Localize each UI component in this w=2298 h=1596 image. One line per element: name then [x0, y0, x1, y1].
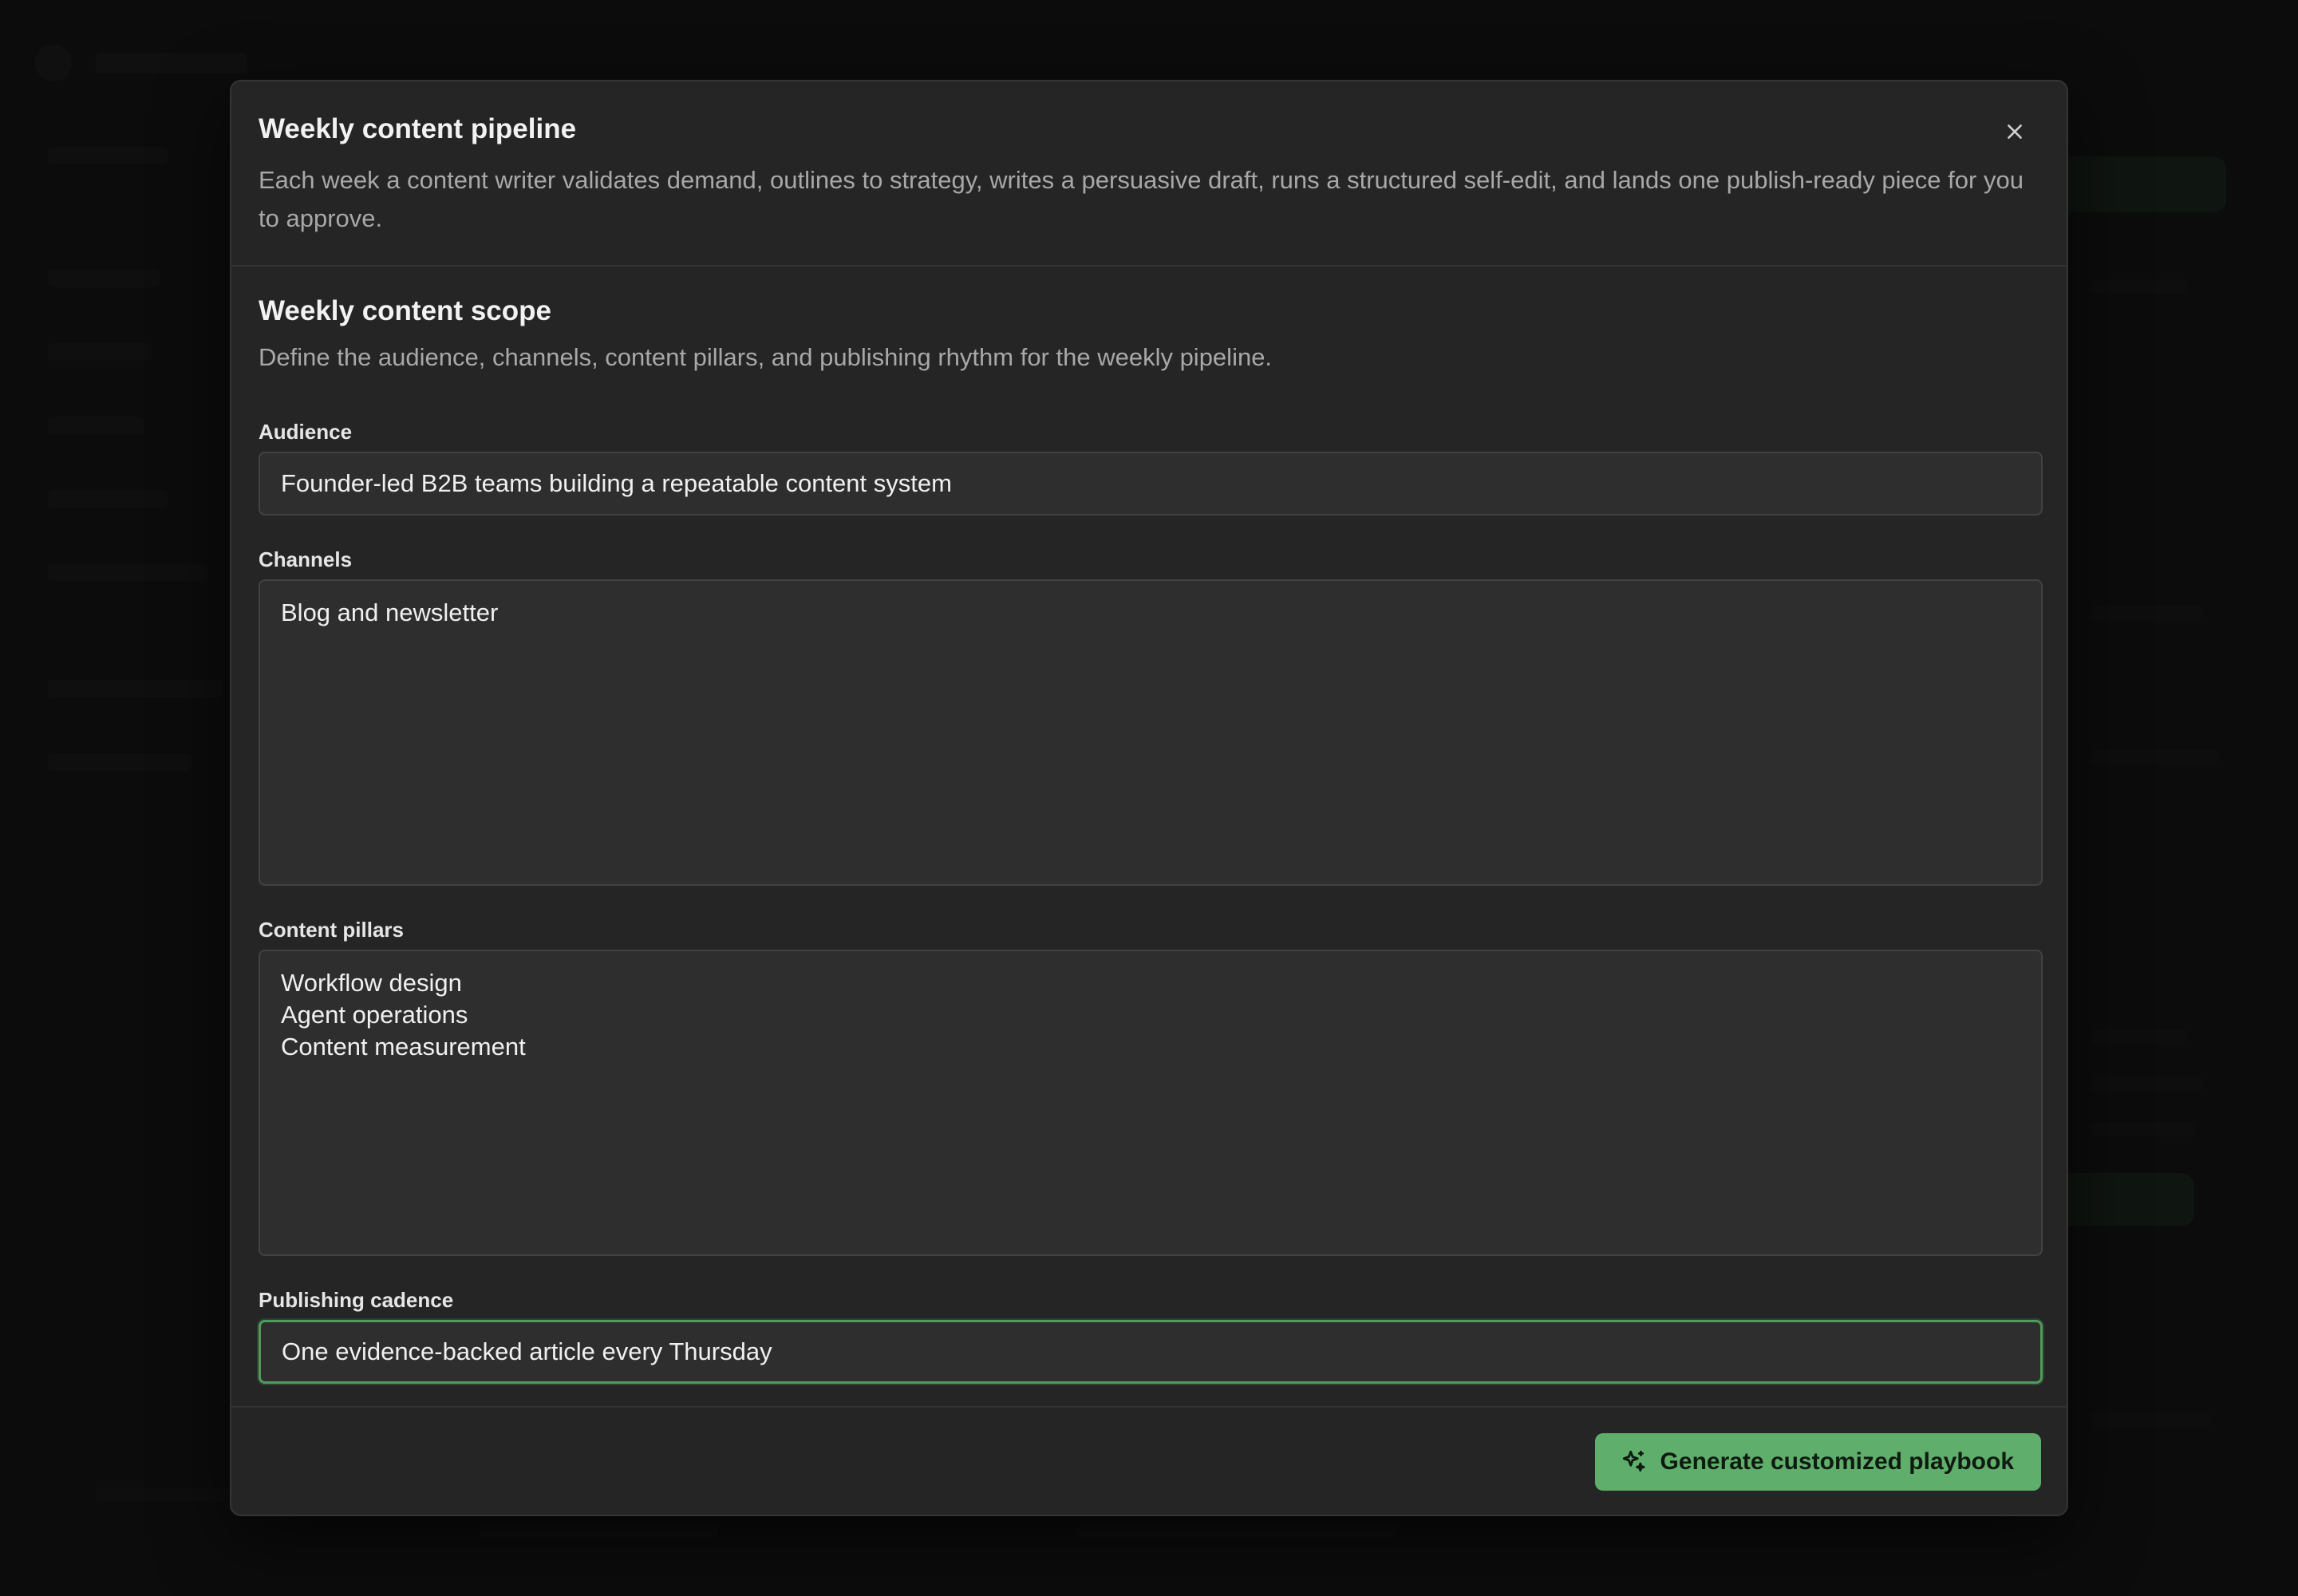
content-pillars-textarea[interactable]: Workflow design Agent operations Content…	[259, 950, 2043, 1256]
publishing-cadence-label: Publishing cadence	[259, 1288, 454, 1312]
close-button[interactable]	[1987, 104, 2043, 160]
modal-title: Weekly content pipeline	[259, 113, 577, 144]
audience-input[interactable]	[259, 452, 2043, 516]
modal-header: Weekly content pipeline Each week a cont…	[231, 81, 2067, 267]
generate-playbook-label: Generate customized playbook	[1660, 1448, 2014, 1475]
channels-textarea[interactable]: Blog and newsletter	[259, 579, 2043, 886]
close-icon	[2004, 121, 2025, 142]
generate-playbook-button[interactable]: Generate customized playbook	[1594, 1433, 2041, 1491]
sparkles-icon	[1621, 1448, 1648, 1476]
channels-label: Channels	[259, 547, 353, 571]
modal-description: Each week a content writer validates dem…	[259, 166, 2024, 232]
section-title: Weekly content scope	[259, 295, 551, 326]
modal-footer: Generate customized playbook	[231, 1406, 2067, 1515]
publishing-cadence-input[interactable]	[259, 1320, 2043, 1384]
audience-label: Audience	[259, 420, 353, 444]
section-description: Define the audience, channels, content p…	[259, 343, 1273, 371]
playbook-modal: Weekly content pipeline Each week a cont…	[230, 80, 2068, 1516]
content-pillars-label: Content pillars	[259, 918, 405, 942]
